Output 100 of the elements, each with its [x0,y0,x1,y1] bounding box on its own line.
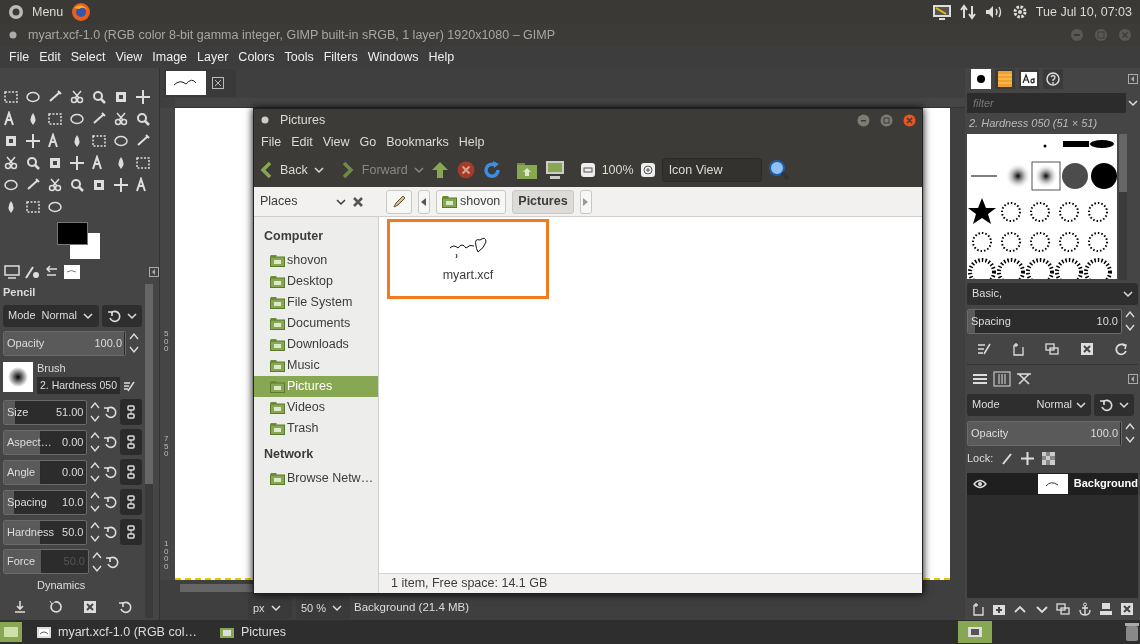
browser-icon[interactable] [71,2,92,22]
tool-icon[interactable] [3,89,19,105]
stop-icon[interactable] [455,160,476,180]
tool-icon[interactable] [135,89,151,105]
tool-icon[interactable] [69,155,85,171]
trash-icon[interactable] [1124,622,1140,642]
tool-icon[interactable] [25,199,41,215]
tool-icon[interactable] [3,133,19,149]
tool-icon[interactable] [47,89,63,105]
delete-icon[interactable] [82,600,97,615]
tool-icon[interactable] [113,89,129,105]
monitor-tab-icon[interactable] [3,264,21,280]
duplicate-icon[interactable] [1045,341,1060,356]
speaker-icon[interactable] [983,4,1004,20]
tool-icon[interactable] [91,89,107,105]
spin-slider[interactable]: Angle 0.00 [3,459,88,485]
scrollbar-thumb[interactable] [145,284,153,485]
menu-item[interactable]: File [4,47,35,67]
taskbar-item[interactable]: myart.xcf-1.0 (RGB col… [28,622,205,642]
breadcrumb[interactable]: Pictures [512,189,574,214]
sidebar-item[interactable]: Music [254,354,378,376]
zoom-dropdown[interactable]: 50 % [296,597,350,619]
places-dropdown[interactable]: Places [260,192,330,211]
tool-icon[interactable] [113,111,129,127]
tool-icon[interactable] [25,89,41,105]
menu-item[interactable]: Bookmarks [381,132,454,152]
menu-label[interactable]: Menu [32,2,64,22]
stepper-icon[interactable] [90,430,101,455]
merge-icon[interactable] [1098,602,1113,616]
stepper-icon[interactable] [1125,421,1135,445]
reset-dropdown[interactable] [1094,393,1134,416]
stepper-icon[interactable] [90,400,101,425]
tool-icon[interactable] [47,199,63,215]
restore-icon[interactable] [48,600,63,615]
new-icon[interactable] [1011,341,1026,356]
chain-button[interactable] [120,459,142,486]
lock-position-icon[interactable] [1021,452,1035,465]
menu-item[interactable]: Image [147,47,193,67]
reload-icon[interactable] [481,160,502,180]
menu-item[interactable]: Edit [34,47,66,67]
unit-dropdown[interactable]: px [248,597,292,619]
reset-icon[interactable] [117,600,132,615]
tool-icon[interactable] [91,133,107,149]
chain-button[interactable] [120,519,142,546]
eye-icon[interactable] [973,478,987,489]
chain-button[interactable] [120,489,142,516]
caret-icon[interactable] [336,197,346,206]
minimize-icon[interactable] [857,113,870,127]
panel-menu-icon[interactable] [1128,74,1138,84]
view-dropdown[interactable]: Icon View [661,158,762,182]
channels-tab-icon[interactable] [993,370,1011,387]
tool-icon[interactable] [25,155,41,171]
background-color-swatch[interactable] [70,233,100,259]
tool-icon[interactable] [113,177,129,193]
display-icon[interactable] [931,3,952,21]
sidebar-item[interactable]: Trash [254,417,378,439]
reset-icon[interactable] [103,495,118,510]
new-layer-icon[interactable] [970,602,985,616]
nav-button[interactable]: Back [260,160,308,180]
scrollbar-thumb[interactable] [1119,133,1127,192]
sidebar-item[interactable]: Browse Netw… [254,467,378,489]
tool-icon[interactable] [91,111,107,127]
stepper-icon[interactable] [90,520,101,545]
panel-menu-icon[interactable] [1128,373,1138,384]
zoom-in-icon[interactable] [639,162,656,178]
tool-icon[interactable] [3,177,19,193]
menu-item[interactable]: Filters [318,47,363,67]
spin-slider[interactable]: Opacity 100.0 [967,420,1122,446]
sidebar-item[interactable]: Downloads [254,333,378,355]
menu-item[interactable]: Help [423,47,460,67]
chain-button[interactable] [120,429,142,456]
spin-slider[interactable]: Opacity 100.0 [3,330,126,356]
refresh-icon[interactable] [1113,341,1128,356]
stepper-icon[interactable] [129,331,139,355]
breadcrumb[interactable]: shovon [436,189,507,214]
menu-item[interactable]: View [317,132,355,152]
menu-item[interactable]: File [256,132,287,152]
menu-item[interactable]: Edit [286,132,318,152]
tool-icon[interactable] [47,177,63,193]
image-tab[interactable] [164,69,236,97]
spin-slider[interactable]: Spacing 10.0 [3,489,88,515]
brushes-tab[interactable] [971,69,991,89]
reset-icon[interactable] [105,554,119,569]
reset-dropdown[interactable] [102,304,142,327]
tool-icon[interactable] [69,111,85,127]
scroll-left-button[interactable] [418,189,430,214]
menu-item[interactable]: Windows [362,47,424,67]
sidebar-item[interactable]: Documents [254,312,378,334]
spin-slider[interactable]: Aspect… 0.00 [3,429,88,455]
anchor-icon[interactable] [1077,602,1092,616]
mode-dropdown[interactable]: Mode Normal [3,304,99,327]
spin-slider[interactable]: Spacing 10.0 [967,308,1122,334]
help-tab[interactable] [1043,69,1063,89]
sidebar-item[interactable]: File System [254,291,378,313]
edit-icon[interactable] [977,341,992,356]
tool-icon[interactable] [91,177,107,193]
home-folder-icon[interactable] [515,160,538,180]
menu-item[interactable]: Select [65,47,111,67]
reset-icon[interactable] [1099,397,1113,412]
menu-item[interactable]: View [110,47,148,67]
